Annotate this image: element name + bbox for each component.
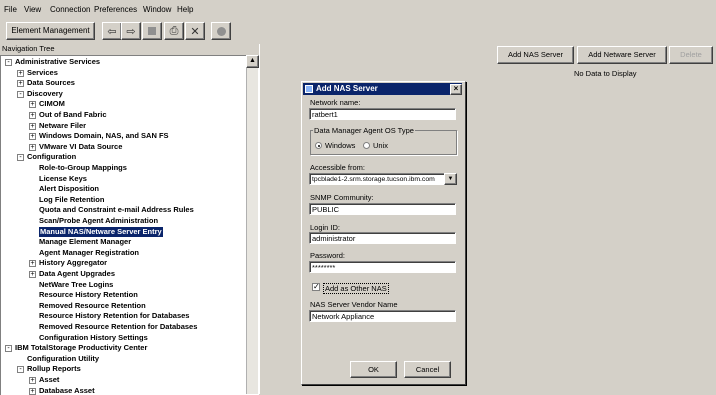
delete-icon[interactable]: ✕: [185, 22, 205, 40]
tree-item-label: Alert Disposition: [39, 184, 100, 194]
add-other-nas-checkbox[interactable]: ✓: [312, 283, 320, 291]
collapse-icon[interactable]: -: [5, 345, 12, 353]
menu-connection[interactable]: Connection: [50, 5, 90, 14]
snmp-community-label: SNMP Community:: [310, 193, 374, 202]
no-data-message: No Data to Display: [574, 69, 637, 78]
tree-item-label: Configuration Utility: [27, 353, 100, 363]
arrow-right-icon[interactable]: ⇨: [121, 22, 141, 40]
tree-item-label: History Aggregator: [39, 258, 108, 268]
tree-item-label: IBM TotalStorage Productivity Center: [15, 343, 148, 353]
accessible-from-label: Accessible from:: [310, 163, 366, 172]
arrow-left-icon[interactable]: ⇦: [102, 22, 122, 40]
tree-item-label: Removed Resource Retention for Databases: [39, 322, 198, 331]
delete-button[interactable]: Delete: [669, 46, 713, 64]
tree-item-label: Agent Manager Registration: [39, 247, 140, 257]
cancel-button[interactable]: Cancel: [404, 361, 451, 378]
navigation-tree[interactable]: - Administrative Services + Services + Data S…: [0, 55, 259, 395]
tree-item-label: Configuration History Settings: [39, 332, 148, 342]
windows-radio[interactable]: [315, 142, 322, 149]
network-name-field[interactable]: ratbert1: [309, 108, 456, 120]
element-management-button[interactable]: Element Management: [6, 22, 95, 40]
tree-item-label: License Keys: [39, 173, 87, 183]
add-netware-server-button[interactable]: Add Netware Server: [577, 46, 667, 64]
network-name-label: Network name:: [310, 98, 361, 107]
tree-item-label: Scan/Probe Agent Administration: [39, 216, 159, 225]
expand-icon[interactable]: +: [17, 69, 24, 77]
scroll-up-icon[interactable]: ▲: [246, 55, 259, 68]
navigation-tree-header: Navigation Tree: [2, 44, 55, 53]
tree-item-label: Log File Retention: [39, 194, 105, 204]
menu-view[interactable]: View: [24, 5, 41, 14]
tree-item-label: Administrative Services: [15, 57, 101, 66]
add-nas-server-button[interactable]: Add NAS Server: [497, 46, 574, 64]
collapse-icon[interactable]: -: [17, 154, 24, 162]
tree-item-label: CIMOM: [39, 99, 65, 109]
tree-scrollbar[interactable]: [246, 55, 258, 394]
tree-item-label: Configuration: [27, 152, 77, 162]
chevron-down-icon[interactable]: ▼: [444, 173, 457, 185]
expand-icon[interactable]: +: [29, 271, 36, 278]
tree-item-label: Role-to-Group Mappings: [39, 163, 127, 172]
ok-button[interactable]: OK: [350, 361, 397, 378]
expand-icon[interactable]: +: [29, 260, 36, 268]
tree-item-label: VMware VI Data Source: [39, 141, 123, 151]
tree-item-label: Data Sources: [27, 78, 75, 88]
tree-item-label: Quota and Constraint e-mail Address Rule…: [39, 205, 194, 215]
menu-help[interactable]: Help: [177, 5, 193, 14]
tree-item-label: Discovery: [27, 88, 63, 98]
expand-icon[interactable]: +: [17, 80, 24, 88]
expand-icon[interactable]: +: [29, 122, 36, 130]
close-icon[interactable]: ×: [450, 84, 462, 95]
add-other-nas-label: Add as Other NAS: [323, 283, 389, 294]
password-field[interactable]: ********: [309, 261, 456, 273]
accessible-from-select[interactable]: tpcblade1-2.srm.storage.tucson.ibm.com: [309, 173, 445, 185]
tree-item-label: Removed Resource Retention: [39, 300, 146, 310]
windows-radio-label: Windows: [325, 141, 356, 150]
tree-item-label: Resource History Retention: [39, 290, 138, 300]
login-id-field[interactable]: administrator: [309, 232, 456, 244]
collapse-icon[interactable]: -: [5, 59, 12, 66]
menu-bar: File View Connection Preferences Window …: [0, 0, 716, 18]
tree-item-label: Rollup Reports: [27, 364, 81, 374]
unix-radio-label: Unix: [373, 141, 389, 150]
tree-item-label: Manage Element Manager: [39, 237, 132, 247]
menu-file[interactable]: File: [4, 5, 17, 14]
tree-item-label: Windows Domain, NAS, and SAN FS: [39, 131, 169, 141]
tree-item-label: Asset: [39, 375, 60, 384]
menu-window[interactable]: Window: [143, 5, 171, 14]
dialog-title: Add NAS Server: [316, 84, 378, 93]
collapse-icon[interactable]: -: [17, 366, 24, 374]
circle-icon[interactable]: [211, 22, 231, 40]
password-label: Password:: [310, 251, 346, 260]
os-type-label: Data Manager Agent OS Type: [313, 126, 415, 135]
tree-item-label: Netware Filer: [39, 120, 87, 130]
tree-item-label: Services: [27, 67, 58, 77]
collapse-icon[interactable]: -: [17, 90, 24, 98]
expand-icon[interactable]: +: [29, 112, 36, 119]
expand-icon[interactable]: +: [29, 101, 36, 109]
expand-icon[interactable]: +: [29, 143, 36, 151]
dialog-title-bar[interactable]: Add NAS Server ×: [303, 83, 462, 95]
print-icon[interactable]: ⎙: [164, 22, 184, 40]
tree-item-label: Manual NAS/Netware Server Entry: [39, 226, 163, 237]
vendor-name-field[interactable]: Network Appliance: [309, 310, 456, 322]
snmp-community-field[interactable]: PUBLIC: [309, 203, 456, 215]
tree-item-label: Out of Band Fabric: [39, 110, 107, 119]
expand-icon[interactable]: +: [29, 133, 36, 141]
tree-item-label: Resource History Retention for Databases: [39, 311, 190, 321]
unix-radio[interactable]: [363, 142, 370, 149]
stop-icon[interactable]: [142, 22, 162, 40]
menu-preferences[interactable]: Preferences: [94, 5, 137, 14]
tree-item-label: NetWare Tree Logins: [39, 279, 114, 289]
expand-icon[interactable]: +: [29, 377, 36, 384]
vendor-name-label: NAS Server Vendor Name: [310, 300, 398, 309]
login-id-label: Login ID:: [310, 223, 341, 232]
app-icon: [305, 85, 313, 93]
tree-item-label: Data Agent Upgrades: [39, 269, 115, 278]
